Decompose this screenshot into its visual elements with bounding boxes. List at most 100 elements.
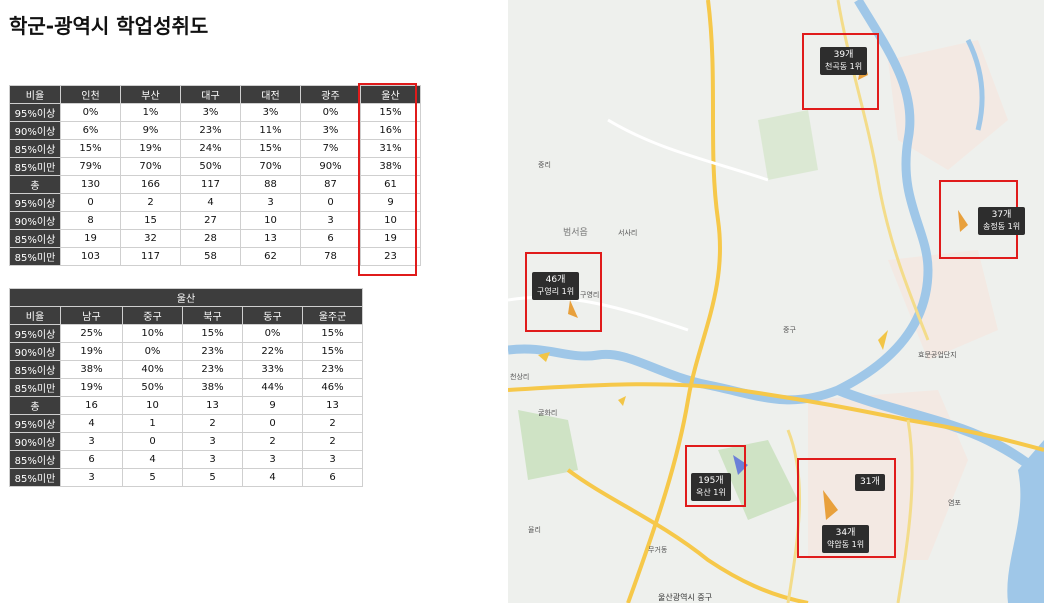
map-label-beomseo: 범서읍 [563, 228, 588, 238]
row-header: 95%이상 [9, 414, 61, 433]
table-cell: 15 [120, 211, 181, 230]
table-cell: 3 [182, 432, 243, 451]
column-header: 울주군 [302, 306, 363, 325]
map-label-junggu: 중구 [783, 326, 796, 334]
map-label-cheonsangri: 천상리 [510, 373, 530, 381]
map-label-mukyeo: 무거동 [648, 546, 668, 554]
row-header: 90%이상 [9, 342, 61, 361]
table-cell: 15% [302, 342, 363, 361]
table-cell: 3 [60, 432, 123, 451]
table-cell: 23% [182, 360, 243, 379]
table-cell: 4 [60, 414, 123, 433]
table-cell: 19% [60, 378, 123, 397]
badge-count: 39개 [833, 50, 854, 60]
table-cell: 3% [180, 103, 241, 122]
column-header: 남구 [60, 306, 123, 325]
table-cell: 10 [240, 211, 301, 230]
table-cell: 11% [240, 121, 301, 140]
table-cell: 2 [120, 193, 181, 212]
badge-count: 195개 [698, 476, 724, 486]
table-cell: 25% [60, 324, 123, 343]
table-cell: 50% [180, 157, 241, 176]
table-cell: 9 [242, 396, 303, 415]
map-label-seosari: 서사리 [618, 229, 638, 237]
badge-label: 옥산 1위 [696, 488, 726, 497]
table-cell: 0% [300, 103, 361, 122]
table-cell: 79% [60, 157, 121, 176]
row-header: 85%이상 [9, 139, 61, 158]
table-cell: 4 [180, 193, 241, 212]
map-badge-31[interactable]: 31개 [855, 474, 885, 491]
table-cell: 2 [242, 432, 303, 451]
table-cell: 4 [122, 450, 183, 469]
table-cell: 28 [180, 229, 241, 248]
table-cell: 6% [60, 121, 121, 140]
table-cell: 103 [60, 247, 121, 266]
column-header: 중구 [122, 306, 183, 325]
map-badge-cheongok[interactable]: 39개 천곡동 1위 [820, 47, 868, 75]
table-cell: 13 [182, 396, 243, 415]
table-cell: 7% [300, 139, 361, 158]
row-header: 95%이상 [9, 103, 61, 122]
column-header: 인천 [60, 85, 121, 104]
table-cell: 5 [182, 468, 243, 487]
map-badge-guyeong[interactable]: 46개 구영리 1위 [532, 272, 580, 300]
table-cell: 3% [300, 121, 361, 140]
table-cell: 2 [302, 432, 363, 451]
table-cell: 6 [60, 450, 123, 469]
badge-label: 약암동 1위 [827, 540, 865, 549]
table-row: 85%이상 6 4 3 3 3 [9, 450, 363, 469]
table-cell: 6 [300, 229, 361, 248]
row-header: 90%이상 [9, 121, 61, 140]
table-cell: 0 [300, 193, 361, 212]
table-row: 85%미만 19% 50% 38% 44% 46% [9, 378, 363, 397]
table-cell: 23% [182, 342, 243, 361]
ulsan-map[interactable]: 범서읍 중리 서사리 구영리 천상리 굴화리 율리 무거동 효문공업단지 중구 … [508, 0, 1044, 603]
table-cell: 3 [182, 450, 243, 469]
table-cell: 44% [242, 378, 303, 397]
table-cell: 4 [242, 468, 303, 487]
column-header: 비율 [9, 85, 61, 104]
table-cell: 70% [120, 157, 181, 176]
table-cell: 15% [182, 324, 243, 343]
table-cell: 40% [122, 360, 183, 379]
column-header: 비율 [9, 306, 61, 325]
row-header: 85%미만 [9, 247, 61, 266]
badge-count: 37개 [991, 210, 1012, 220]
table-row: 85%이상 38% 40% 23% 33% 23% [9, 360, 363, 379]
table-cell: 3 [302, 450, 363, 469]
table-cell: 38% [182, 378, 243, 397]
table-cell: 6 [302, 468, 363, 487]
table-cell: 19% [120, 139, 181, 158]
table-cell: 0 [122, 432, 183, 451]
map-badge-yagam[interactable]: 34개 약암동 1위 [822, 525, 870, 553]
table-row: 85%미만 3 5 5 4 6 [9, 468, 363, 487]
table-cell: 0 [242, 414, 303, 433]
table-cell: 3 [300, 211, 361, 230]
table-cell: 15% [60, 139, 121, 158]
table-row: 95%이상 25% 10% 15% 0% 15% [9, 324, 363, 343]
map-label-jungni: 중리 [538, 161, 551, 169]
table-cell: 0% [60, 103, 121, 122]
row-header: 95%이상 [9, 324, 61, 343]
map-label-yeompo: 염포 [948, 499, 961, 507]
badge-count: 46개 [545, 275, 566, 285]
table-cell: 3 [240, 193, 301, 212]
map-badge-songjeong[interactable]: 37개 송정동 1위 [978, 207, 1026, 235]
column-header: 대전 [240, 85, 301, 104]
row-header: 90%이상 [9, 211, 61, 230]
row-header: 85%이상 [9, 450, 61, 469]
table-cell: 0% [242, 324, 303, 343]
group-title: 울산 [9, 288, 363, 307]
map-badge-oksan[interactable]: 195개 옥산 1위 [691, 473, 731, 501]
badge-label: 송정동 1위 [983, 222, 1021, 231]
table-cell: 90% [300, 157, 361, 176]
table-cell: 15% [302, 324, 363, 343]
table-cell: 10 [122, 396, 183, 415]
table-cell: 10% [122, 324, 183, 343]
table-row: 90%이상 19% 0% 23% 22% 15% [9, 342, 363, 361]
map-location-label: 울산광역시 중구 [658, 593, 713, 602]
table-cell: 117 [120, 247, 181, 266]
table-cell: 16 [60, 396, 123, 415]
table-row: 90%이상 3 0 3 2 2 [9, 432, 363, 451]
